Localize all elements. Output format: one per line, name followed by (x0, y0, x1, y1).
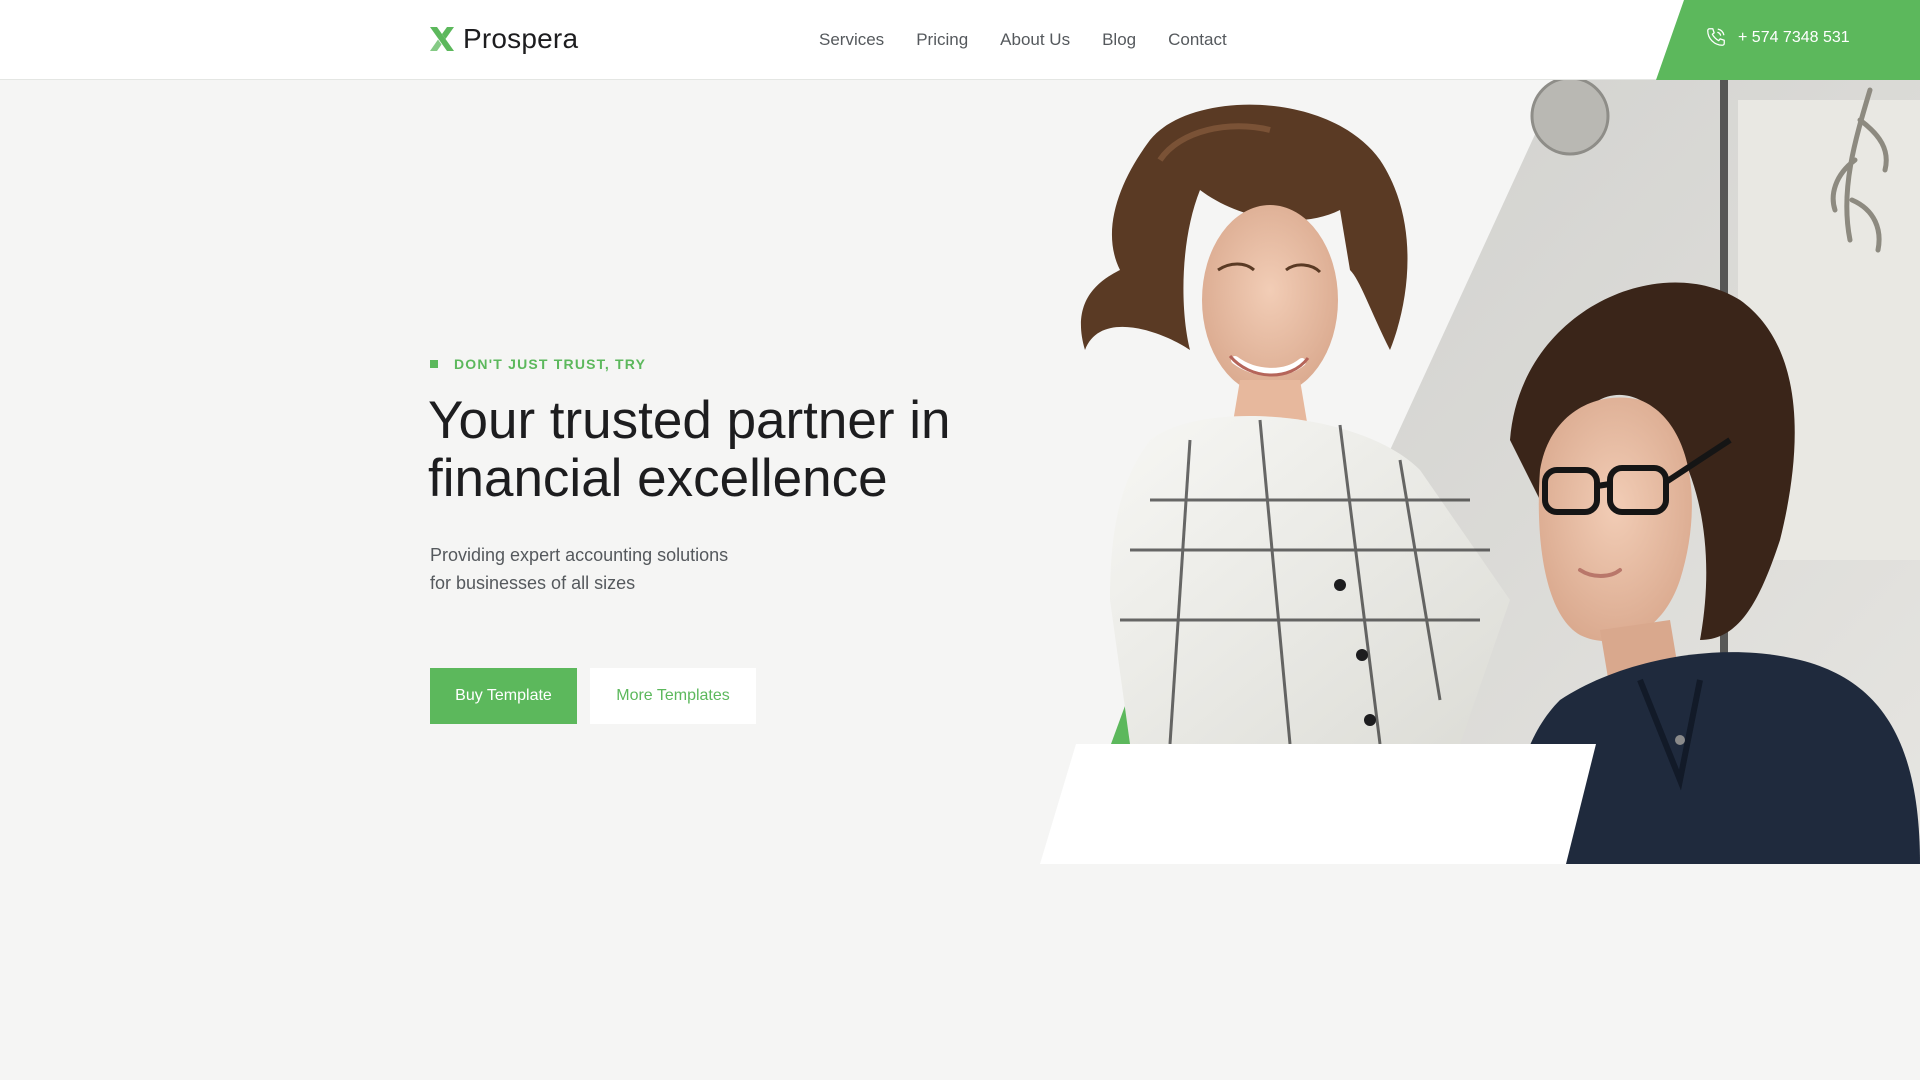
hero-title-line-2: financial excellence (428, 449, 888, 508)
brand-logo[interactable]: Prospera (429, 22, 578, 56)
hero-title-line-1: Your trusted partner in (428, 391, 951, 450)
nav-link-blog[interactable]: Blog (1102, 30, 1136, 50)
x-mark-icon (430, 27, 454, 51)
eyebrow-text: DON'T JUST TRUST, TRY (454, 356, 647, 372)
nav-link-pricing[interactable]: Pricing (916, 30, 968, 50)
hero-subtitle-line-1: Providing expert accounting solutions (430, 545, 729, 565)
hero-subtitle-line-2: for businesses of all sizes (430, 573, 636, 593)
phone-icon (1707, 28, 1725, 46)
hero-title: Your trusted partner in financial excell… (428, 392, 988, 508)
main-nav: Services Pricing About Us Blog Contact (819, 30, 1227, 50)
phone-number: + 574 7348 531 (1738, 29, 1850, 46)
more-templates-button[interactable]: More Templates (590, 668, 756, 724)
nav-link-services[interactable]: Services (819, 30, 884, 50)
eyebrow-square-icon (430, 360, 438, 368)
buy-template-button[interactable]: Buy Template (430, 668, 577, 724)
hero-photo (1040, 80, 1920, 864)
nav-link-contact[interactable]: Contact (1168, 30, 1227, 50)
phone-link[interactable]: + 574 7348 531 (1705, 28, 1850, 48)
hero-subtitle: Providing expert accounting solutions fo… (430, 541, 830, 597)
site-header: Prospera Services Pricing About Us Blog … (0, 0, 1920, 80)
two-women-office-photo (1040, 80, 1920, 864)
brand-name: Prospera (463, 23, 579, 54)
nav-link-about-us[interactable]: About Us (1000, 30, 1070, 50)
hero-eyebrow: DON'T JUST TRUST, TRY (430, 356, 646, 372)
